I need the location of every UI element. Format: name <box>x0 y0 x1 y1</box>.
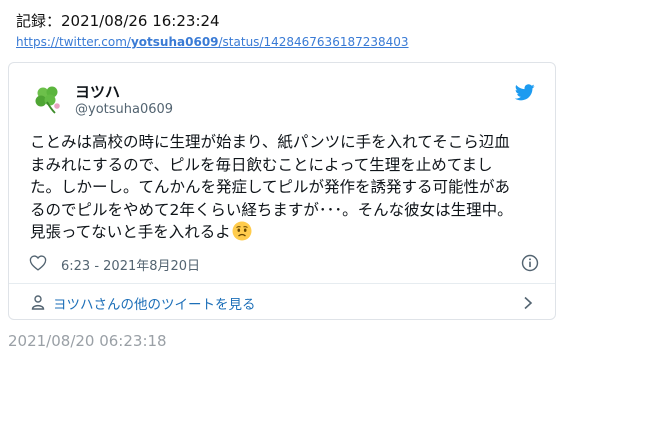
person-icon <box>31 295 45 310</box>
heart-icon[interactable] <box>29 255 47 271</box>
chevron-right-icon <box>524 296 533 310</box>
capture-date: 2021/08/20 06:23:18 <box>8 332 167 350</box>
tweet-timestamp[interactable]: 6:23 - 2021年8月20日 <box>61 255 200 274</box>
info-icon[interactable] <box>521 254 539 272</box>
tweet-display-name[interactable]: ヨツハ <box>75 81 120 102</box>
twitter-bird-icon[interactable] <box>515 84 535 101</box>
tweet-meta: 6:23 - 2021年8月20日 <box>29 253 539 275</box>
clover-avatar[interactable] <box>31 82 65 116</box>
tweet-handle[interactable]: @yotsuha0609 <box>75 102 173 117</box>
tweet-text: ことみは高校の時に生理が始まり、紙パンツに手を入れてそこら辺血 まみれにするので… <box>30 131 540 244</box>
tweet-text-body: ことみは高校の時に生理が始まり、紙パンツに手を入れてそこら辺血 まみれにするので… <box>30 133 513 241</box>
url-prefix: https://twitter.com/ <box>16 35 131 49</box>
more-tweets-label: ヨツハさんの他のツイートを見る <box>53 297 256 313</box>
more-tweets-link[interactable]: ヨツハさんの他のツイートを見る <box>29 292 535 314</box>
tweet-card: ヨツハ @yotsuha0609 ことみは高校の時に生理が始まり、紙パンツに手を… <box>8 62 556 320</box>
url-suffix: /status/1428467636187238403 <box>218 35 409 49</box>
tweet-source-link[interactable]: https://twitter.com/yotsuha0609/status/1… <box>16 34 409 50</box>
record-timestamp: 記録：2021/08/26 16:23:24 <box>16 12 220 30</box>
card-divider <box>9 283 555 284</box>
url-handle: yotsuha0609 <box>130 35 219 49</box>
worried-face-emoji <box>232 221 252 241</box>
